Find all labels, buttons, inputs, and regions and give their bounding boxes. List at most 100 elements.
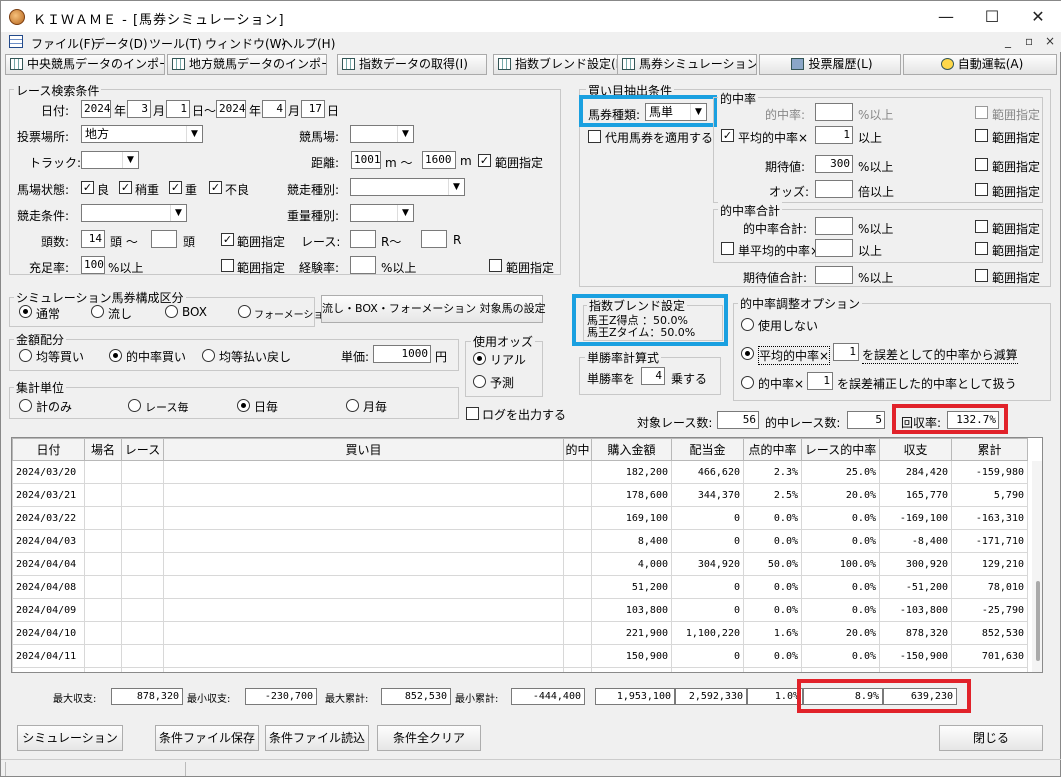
adjust-radio-none[interactable] — [741, 318, 754, 331]
menu-data[interactable]: データ(D) — [93, 35, 148, 52]
load-conditions-button[interactable]: 条件ファイル読込 — [265, 725, 369, 751]
exp-range-checkbox[interactable] — [489, 259, 502, 272]
log-output-checkbox[interactable] — [466, 407, 479, 420]
heads-range-checkbox[interactable]: ✓ — [221, 233, 234, 246]
expected-range-checkbox[interactable] — [975, 158, 988, 171]
sim-radio-formation[interactable] — [238, 305, 251, 318]
menu-file[interactable]: ファイル(F) — [31, 35, 95, 52]
race-to-input[interactable] — [421, 230, 447, 248]
column-header[interactable]: レース的中率 — [801, 438, 880, 461]
unit-price-input[interactable]: 1000 — [373, 345, 431, 363]
toolbar-fetch-index[interactable]: 指数データの取得(I) — [337, 54, 487, 75]
table-row[interactable]: 2024/04/09 103,800 0 0.0% 0.0% -103,800 -25,79… — [12, 598, 1028, 622]
menu-window[interactable]: ウィンドウ(W) — [205, 35, 286, 52]
adjust-rate-input[interactable]: 1 — [807, 372, 833, 390]
clear-conditions-button[interactable]: 条件全クリア — [377, 725, 481, 751]
distance-to-input[interactable]: 1600 — [422, 151, 456, 169]
substitute-checkbox[interactable] — [588, 130, 601, 143]
amount-radio-equal[interactable] — [19, 349, 32, 362]
adjust-radio-rate[interactable] — [741, 376, 754, 389]
win-rate-input[interactable]: 4 — [641, 367, 665, 385]
hit-rate-input[interactable] — [815, 103, 853, 121]
single-avg-input[interactable] — [815, 239, 853, 257]
odds-radio-predicted[interactable] — [473, 375, 486, 388]
column-header[interactable]: 場名 — [84, 438, 122, 461]
column-header[interactable]: 買い目 — [163, 438, 564, 461]
table-row[interactable]: 2024/04/1262,40000.0%0.0%-62,400639,230 — [12, 667, 1028, 672]
simulate-button[interactable]: シミュレーション — [17, 725, 123, 751]
cond-bad-checkbox[interactable]: ✓ — [209, 181, 222, 194]
agg-radio-total[interactable] — [19, 399, 32, 412]
expected-total-input[interactable] — [815, 266, 853, 284]
menu-help[interactable]: ヘルプ(H) — [281, 35, 335, 52]
table-row[interactable]: 2024/04/10 221,900 1,100,220 1.6% 20.0% 878,3… — [12, 621, 1028, 645]
agg-radio-day[interactable] — [237, 399, 250, 412]
race-cond-select[interactable]: ▼ — [81, 204, 187, 222]
to-year-input[interactable]: 2024 — [216, 100, 246, 118]
close-window-button[interactable]: ✕ — [1015, 1, 1061, 32]
agg-radio-month[interactable] — [346, 399, 359, 412]
distance-from-input[interactable]: 1001 — [351, 151, 381, 169]
toolbar-blend-settings[interactable]: 指数ブレンド設定(M) — [493, 54, 631, 75]
from-year-input[interactable]: 2024 — [81, 100, 111, 118]
sim-radio-box[interactable] — [165, 305, 178, 318]
amount-radio-hitrate[interactable] — [109, 349, 122, 362]
toolbar-import-local[interactable]: 地方競馬データのインポート(N) — [167, 54, 327, 75]
scrollbar-thumb[interactable] — [1036, 581, 1040, 661]
from-month-input[interactable]: 3 — [127, 100, 151, 118]
toolbar-vote-history[interactable]: 投票履歴(L) — [759, 54, 901, 75]
expected-total-range-checkbox[interactable] — [975, 269, 988, 282]
column-header[interactable]: 的中 — [563, 438, 592, 461]
venue-select[interactable]: 地方 ▼ — [81, 125, 203, 143]
heads-to-input[interactable] — [151, 230, 177, 248]
avg-hit-checkbox[interactable]: ✓ — [721, 129, 734, 142]
odds-range-checkbox[interactable] — [975, 183, 988, 196]
toolbar-import-central[interactable]: 中央競馬データのインポート(J) — [5, 54, 165, 75]
table-row[interactable]: 2024/04/04 4,000 304,920 50.0% 100.0% 300,920… — [12, 552, 1028, 576]
table-row[interactable]: 2024/03/22 169,100 0 0.0% 0.0% -169,100 -163,3… — [12, 506, 1028, 530]
target-horse-setup-button[interactable]: 流し・BOX・フォーメーション 対象馬の設定 — [321, 295, 546, 323]
race-type-select[interactable]: ▼ — [350, 178, 465, 196]
sim-radio-nagashi[interactable] — [91, 305, 104, 318]
save-conditions-button[interactable]: 条件ファイル保存 — [155, 725, 259, 751]
column-header[interactable]: 日付 — [12, 438, 85, 461]
to-day-input[interactable]: 17 — [301, 100, 325, 118]
total-hit-input[interactable] — [815, 217, 853, 235]
table-row[interactable]: 2024/04/11 150,900 0 0.0% 0.0% -150,900 701,63… — [12, 644, 1028, 668]
adjust-radio-avg[interactable] — [741, 347, 754, 360]
single-avg-checkbox[interactable] — [721, 242, 734, 255]
from-day-input[interactable]: 1 — [166, 100, 190, 118]
single-avg-range-checkbox[interactable] — [975, 242, 988, 255]
fill-range-checkbox[interactable] — [221, 259, 234, 272]
column-header[interactable]: 配当金 — [671, 438, 744, 461]
toolbar-bet-simulation[interactable]: 馬券シミュレーション(B) — [617, 54, 757, 75]
table-row[interactable]: 2024/03/20 182,200 466,620 2.3% 25.0% 284,420… — [12, 460, 1028, 484]
track-course-select[interactable]: ▼ — [350, 125, 414, 143]
column-header[interactable]: 収支 — [879, 438, 952, 461]
maximize-button[interactable]: ☐ — [969, 1, 1015, 32]
total-hit-range-checkbox[interactable] — [975, 220, 988, 233]
race-from-input[interactable] — [350, 230, 376, 248]
agg-radio-race[interactable] — [128, 399, 141, 412]
odds-input[interactable] — [815, 180, 853, 198]
amount-radio-equal-payout[interactable] — [202, 349, 215, 362]
exp-input[interactable] — [350, 256, 376, 274]
sim-radio-normal[interactable] — [19, 305, 32, 318]
weight-type-select[interactable]: ▼ — [350, 204, 414, 222]
expected-input[interactable]: 300 — [815, 155, 853, 173]
odds-radio-real[interactable] — [473, 352, 486, 365]
table-row[interactable]: 2024/04/03 8,400 0 0.0% 0.0% -8,400 -171,710 — [12, 529, 1028, 553]
mdi-restore-button[interactable]: ▫ — [1025, 34, 1033, 48]
menu-tools[interactable]: ツール(T) — [149, 35, 202, 52]
column-header[interactable]: 購入金額 — [591, 438, 672, 461]
to-month-input[interactable]: 4 — [262, 100, 286, 118]
adjust-avg-input[interactable]: 1 — [833, 343, 859, 361]
table-scrollbar[interactable] — [1032, 461, 1042, 672]
cond-good-checkbox[interactable]: ✓ — [81, 181, 94, 194]
column-header[interactable]: 累計 — [951, 438, 1028, 461]
avg-hit-range-checkbox[interactable] — [975, 129, 988, 142]
column-header[interactable]: 点的中率 — [743, 438, 802, 461]
hit-rate-range-checkbox[interactable] — [975, 106, 988, 119]
minimize-button[interactable]: — — [923, 1, 969, 32]
close-button[interactable]: 閉じる — [939, 725, 1043, 751]
